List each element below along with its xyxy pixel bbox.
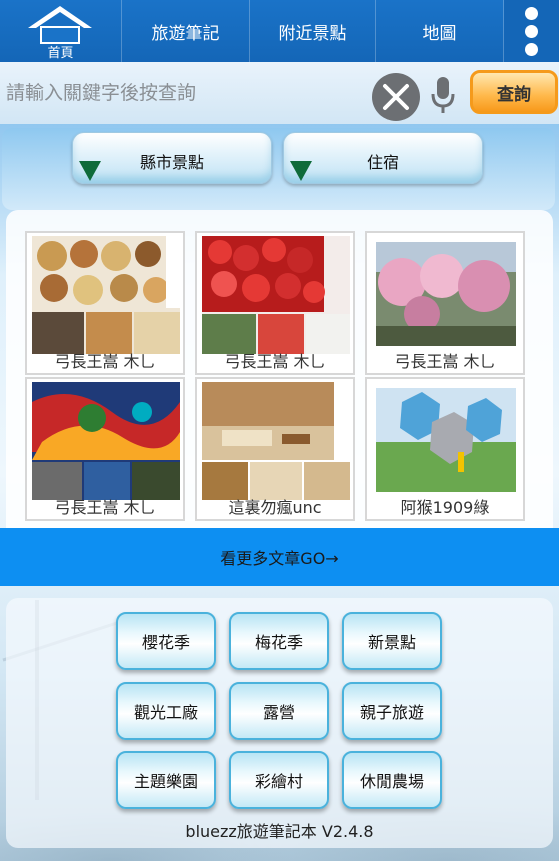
lodging-dropdown[interactable]: 住宿 bbox=[283, 132, 483, 184]
clear-search-button[interactable] bbox=[372, 73, 420, 121]
category-new-spots[interactable]: 新景點 bbox=[342, 612, 442, 670]
app-version: bluezz旅遊筆記本 V2.4.8 bbox=[185, 822, 374, 841]
overflow-menu-button[interactable] bbox=[504, 0, 559, 62]
article-author: 弓長王嵩 木乚 bbox=[224, 352, 326, 371]
article-card[interactable]: 阿猴1909綠 bbox=[365, 377, 525, 521]
close-icon bbox=[383, 84, 409, 110]
nav-map[interactable]: 地圖 bbox=[376, 0, 504, 62]
menu-dot-icon bbox=[525, 24, 538, 38]
county-spots-label: 縣市景點 bbox=[139, 153, 204, 172]
category-camping[interactable]: 露營 bbox=[229, 682, 329, 740]
article-thumbnail bbox=[32, 236, 180, 354]
category-family-travel[interactable]: 親子旅遊 bbox=[342, 682, 442, 740]
article-thumbnail bbox=[372, 382, 520, 500]
article-card[interactable]: 弓長王嵩 木乚 bbox=[25, 377, 185, 521]
category-plum-blossom[interactable]: 梅花季 bbox=[229, 612, 329, 670]
category-painted-village[interactable]: 彩繪村 bbox=[229, 751, 329, 809]
category-cherry-blossom[interactable]: 櫻花季 bbox=[116, 612, 216, 670]
article-card[interactable]: 弓長王嵩 木乚 bbox=[365, 231, 525, 375]
article-author: 弓長王嵩 木乚 bbox=[54, 352, 156, 371]
home-icon bbox=[28, 6, 92, 44]
more-articles-button[interactable]: 看更多文章GO→ bbox=[0, 528, 559, 586]
article-author: 阿猴1909綠 bbox=[400, 498, 490, 517]
category-theme-park[interactable]: 主題樂園 bbox=[116, 751, 216, 809]
lodging-label: 住宿 bbox=[366, 153, 399, 172]
county-spots-dropdown[interactable]: 縣市景點 bbox=[72, 132, 272, 184]
search-input[interactable] bbox=[6, 75, 366, 111]
category-leisure-farm[interactable]: 休閒農場 bbox=[342, 751, 442, 809]
article-card[interactable]: 弓長王嵩 木乚 bbox=[195, 231, 355, 375]
article-thumbnail bbox=[202, 236, 350, 354]
article-author: 弓長王嵩 木乚 bbox=[394, 352, 496, 371]
home-button[interactable]: 首頁 bbox=[0, 0, 122, 62]
microphone-icon[interactable] bbox=[431, 76, 455, 116]
nav-nearby-spots[interactable]: 附近景點 bbox=[250, 0, 376, 62]
article-author: 這裏勿瘋unc bbox=[228, 498, 322, 517]
article-card[interactable]: 這裏勿瘋unc bbox=[195, 377, 355, 521]
article-thumbnail bbox=[372, 236, 520, 354]
category-tourist-factory[interactable]: 觀光工廠 bbox=[116, 682, 216, 740]
home-label: 首頁 bbox=[47, 46, 74, 61]
menu-dot-icon bbox=[525, 6, 538, 20]
menu-dot-icon bbox=[525, 42, 538, 56]
article-thumbnail bbox=[32, 382, 180, 500]
nav-travel-notes[interactable]: 旅遊筆記 bbox=[122, 0, 250, 62]
article-author: 弓長王嵩 木乚 bbox=[54, 498, 156, 517]
search-submit-button[interactable]: 查詢 bbox=[470, 70, 558, 114]
article-thumbnail bbox=[202, 382, 350, 500]
article-card[interactable]: 弓長王嵩 木乚 bbox=[25, 231, 185, 375]
top-nav: 首頁 旅遊筆記 附近景點 地圖 bbox=[0, 0, 559, 62]
